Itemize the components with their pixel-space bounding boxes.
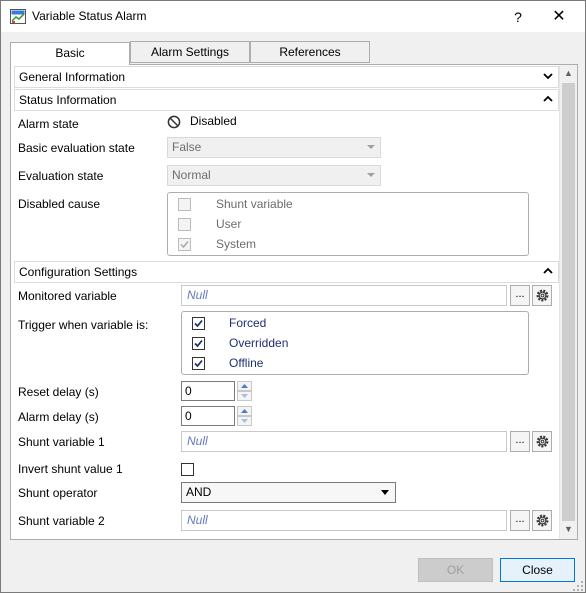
section-configuration-settings[interactable]: Configuration Settings [14, 261, 559, 283]
trigger-group: Forced Overridden Offline [181, 311, 529, 375]
evaluation-state-combo: Normal [167, 165, 381, 186]
reset-delay-label: Reset delay (s) [18, 385, 99, 399]
spin-down-icon[interactable] [237, 391, 252, 401]
close-button[interactable]: Close [500, 558, 575, 582]
alarm-state-value: Disabled [190, 114, 237, 128]
shunt-variable-2-browse-button[interactable]: ... [510, 510, 530, 531]
invert-shunt-value-1-label: Invert shunt value 1 [18, 462, 123, 476]
ok-button[interactable]: OK [418, 558, 493, 582]
section-title: Configuration Settings [19, 265, 138, 279]
invert-shunt-value-1-checkbox[interactable] [181, 463, 194, 476]
section-status-information[interactable]: Status Information [14, 89, 559, 111]
tab-basic[interactable]: Basic [10, 42, 130, 65]
checkmark-icon [194, 319, 203, 328]
overridden-label: Overridden [229, 336, 289, 350]
shunt-variable-1-browse-button[interactable]: ... [510, 431, 530, 452]
monitored-variable-field[interactable]: Null [181, 285, 507, 306]
window-title: Variable Status Alarm [32, 9, 147, 23]
gear-icon [536, 435, 549, 448]
checkmark-icon [180, 241, 189, 249]
combo-value: Normal [172, 168, 211, 182]
user-label: User [216, 217, 242, 231]
title-bar: Variable Status Alarm ? ✕ [1, 1, 585, 32]
help-button[interactable]: ? [504, 5, 532, 29]
tab-alarm-settings[interactable]: Alarm Settings [130, 41, 250, 63]
forced-checkbox[interactable] [192, 317, 205, 330]
gear-icon [536, 289, 549, 302]
disabled-icon [167, 115, 181, 129]
combo-value: False [172, 140, 202, 154]
monitored-variable-settings-button[interactable] [532, 285, 552, 306]
spin-down-icon[interactable] [237, 416, 252, 426]
shunt-variable-checkbox [178, 198, 191, 211]
monitored-variable-label: Monitored variable [18, 289, 117, 303]
shunt-variable-2-settings-button[interactable] [532, 510, 552, 531]
alarm-state-label: Alarm state [18, 117, 79, 131]
spin-up-icon[interactable] [237, 406, 252, 416]
user-checkbox [178, 218, 191, 231]
offline-label: Offline [229, 356, 264, 370]
overridden-checkbox[interactable] [192, 337, 205, 350]
reset-delay-input[interactable]: 0 [181, 381, 235, 401]
app-icon [10, 9, 26, 24]
dropdown-arrow-icon [367, 145, 375, 149]
checkmark-icon [194, 339, 203, 348]
shunt-operator-dropdown[interactable]: AND [181, 482, 396, 503]
monitored-variable-browse-button[interactable]: ... [510, 285, 530, 306]
shunt-variable-1-label: Shunt variable 1 [18, 435, 105, 449]
section-general-information[interactable]: General Information [14, 66, 559, 88]
close-window-button[interactable]: ✕ [542, 5, 576, 29]
disabled-cause-group: Shunt variable User System [167, 192, 529, 256]
shunt-variable-label: Shunt variable [216, 197, 293, 211]
alarm-delay-label: Alarm delay (s) [18, 410, 99, 424]
shunt-variable-1-settings-button[interactable] [532, 431, 552, 452]
disabled-cause-label: Disabled cause [18, 197, 101, 211]
evaluation-state-label: Evaluation state [18, 169, 104, 183]
offline-checkbox[interactable] [192, 357, 205, 370]
alarm-delay-input[interactable]: 0 [181, 406, 235, 426]
dropdown-value: AND [186, 485, 212, 499]
tab-panel-basic: General Information Status Information A… [10, 64, 578, 540]
shunt-variable-1-field[interactable]: Null [181, 431, 507, 452]
system-checkbox [178, 238, 191, 251]
panel-content: General Information Status Information A… [11, 65, 559, 539]
trigger-label: Trigger when variable is: [18, 318, 149, 332]
dropdown-arrow-icon [381, 490, 389, 495]
dialog-window: Variable Status Alarm ? ✕ Basic Alarm Se… [0, 0, 586, 593]
alarm-delay-spinner [237, 406, 252, 426]
basic-evaluation-state-combo: False [167, 137, 381, 158]
shunt-operator-label: Shunt operator [18, 486, 98, 500]
checkmark-icon [194, 359, 203, 368]
shunt-variable-2-field[interactable]: Null [181, 510, 507, 531]
resize-grip-icon[interactable] [572, 580, 584, 592]
forced-label: Forced [229, 316, 267, 330]
scroll-up-icon[interactable]: ▲ [560, 65, 577, 82]
basic-evaluation-state-label: Basic evaluation state [18, 141, 135, 155]
reset-delay-spinner [237, 381, 252, 401]
section-title: Status Information [19, 93, 117, 107]
chevron-up-icon[interactable] [542, 92, 554, 106]
shunt-variable-2-label: Shunt variable 2 [18, 514, 105, 528]
vertical-scrollbar[interactable]: ▲ ▼ [559, 65, 577, 539]
system-label: System [216, 237, 257, 251]
gear-icon [536, 514, 549, 527]
section-title: General Information [19, 70, 126, 84]
spin-up-icon[interactable] [237, 381, 252, 391]
chevron-down-icon[interactable] [542, 69, 554, 83]
scroll-down-icon[interactable]: ▼ [560, 521, 577, 538]
scrollbar-thumb[interactable] [562, 83, 575, 521]
dropdown-arrow-icon [367, 173, 375, 177]
tab-references[interactable]: References [250, 41, 370, 63]
chevron-up-icon[interactable] [542, 264, 554, 278]
